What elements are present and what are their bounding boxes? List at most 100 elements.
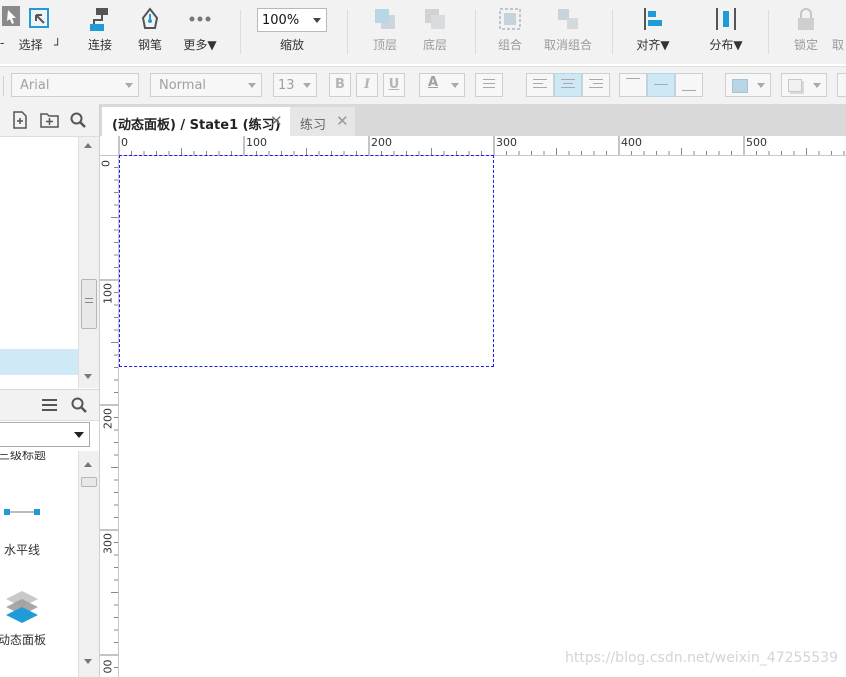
ruler-label: 500 [746,136,767,149]
distribute-button[interactable]: 分布▼ [704,0,748,62]
ungroup-icon [558,9,578,29]
font-style-select[interactable]: Normal [150,73,262,97]
dynamic-panel-icon [6,591,38,623]
align-text-top-button[interactable] [619,73,647,97]
align-text-left-button[interactable] [526,73,554,97]
add-folder-icon[interactable] [40,112,59,128]
selected-page-row[interactable] [0,349,78,375]
ruler-label: 300 [101,533,115,554]
ruler-corner [100,136,119,156]
select-label: 选择 [18,38,43,52]
library-scrollbar[interactable] [78,451,99,677]
toolbar-divider [240,10,241,54]
align-text-right-button[interactable] [582,73,610,97]
library-item-label: 三级标题 [0,451,47,462]
chevron-down-icon [303,83,311,88]
library-select[interactable] [0,422,90,447]
tab-bar: (动态面板) / State1 (练习) ✕ 练习 ✕ [100,104,846,136]
align-text-bottom-icon [682,90,696,94]
library-item-horizontal-line[interactable]: 水平线 [0,499,78,559]
shadow-select[interactable] [781,73,827,97]
bring-to-front-icon [375,9,395,29]
align-button[interactable]: 对齐▼ [628,0,678,62]
font-color-select[interactable]: A [419,73,465,97]
close-icon[interactable]: ✕ [336,112,349,130]
scroll-thumb[interactable] [81,279,97,329]
align-text-left-icon [533,79,547,91]
font-size-value: 13 [278,78,295,93]
more-format-select[interactable] [837,73,846,97]
send-to-back-icon [425,9,445,29]
pen-label: 钢笔 [137,38,162,52]
scroll-up-icon[interactable] [84,143,92,148]
align-text-top-icon [626,78,640,82]
tab-practice[interactable]: 练习 ✕ [290,107,355,136]
align-text-right-icon [589,79,603,91]
align-text-middle-button[interactable] [647,73,675,97]
bold-button[interactable]: B [329,73,351,97]
horizontal-line-icon [4,509,40,515]
toolbar-divider [3,76,4,96]
font-style-value: Normal [159,78,207,93]
unlock-button[interactable]: 取 [832,0,846,62]
align-text-center-button[interactable] [554,73,582,97]
horizontal-ruler-ticks [118,136,845,155]
group-label: 组合 [497,38,522,52]
ungroup-button[interactable]: 取消组合 [538,0,598,62]
add-page-icon[interactable] [12,111,28,129]
lock-button[interactable]: 锁定 [786,0,826,62]
tab-state1[interactable]: (动态面板) / State1 (练习) ✕ [102,107,290,136]
font-size-select[interactable]: 13 [273,73,317,97]
font-family-value: Arial [20,78,50,93]
more-dots-icon [189,16,211,22]
scroll-up-icon[interactable] [84,462,92,467]
scroll-down-icon[interactable] [84,659,92,664]
zoom-select[interactable]: 100% [257,8,327,32]
send-to-back-button[interactable]: 底层 [415,0,455,62]
ruler-label: 00 [101,659,115,674]
scroll-thumb[interactable] [81,477,97,487]
format-toolbar: Arial Normal 13 B I U A [0,66,846,105]
scroll-down-icon[interactable] [84,374,92,379]
select-contained-icon [29,8,49,28]
distribute-icon [716,8,736,30]
connector-icon [90,8,108,31]
more-tools-button[interactable]: 更多▼ [178,0,222,62]
pages-scrollbar[interactable] [78,137,99,388]
library-panel-header [0,389,99,421]
ruler-label: 400 [621,136,642,149]
bullet-list-button[interactable] [475,73,503,97]
dynamic-panel-state-area[interactable] [119,155,494,367]
fill-color-select[interactable] [725,73,771,97]
horizontal-ruler: 0 100 200 300 400 500 [118,136,846,156]
pen-button[interactable]: 钢笔 [130,0,170,62]
toolbar-divider [475,10,476,54]
bring-to-front-button[interactable]: 顶层 [365,0,405,62]
italic-button[interactable]: I [356,73,378,97]
select-mode-button[interactable]: 选择 ┘ [10,0,70,62]
pen-icon [141,7,159,29]
lock-label: 锁定 [793,38,818,52]
font-family-select[interactable]: Arial [11,73,139,97]
menu-icon[interactable] [42,398,57,412]
search-icon[interactable] [71,397,87,413]
library-item-dynamic-panel[interactable]: 动态面板 [0,585,78,655]
align-label: 对齐▼ [636,38,670,52]
group-button[interactable]: 组合 [490,0,530,62]
close-icon[interactable]: ✕ [270,112,283,130]
align-left-icon [644,8,662,30]
toolbar-divider [768,10,769,54]
ungroup-label: 取消组合 [543,38,592,52]
top-layer-label: 顶层 [372,38,397,52]
ruler-label: 200 [101,408,115,429]
font-color-icon: A [428,75,439,90]
ruler-label: 100 [101,283,115,304]
distribute-label: 分布▼ [709,38,743,52]
zoom-label: 缩放 [279,38,304,52]
connect-label: 连接 [87,38,112,52]
search-icon[interactable] [70,112,86,128]
underline-button[interactable]: U [383,73,405,97]
chevron-down-icon [757,83,765,88]
connect-button[interactable]: 连接 [80,0,120,62]
align-text-bottom-button[interactable] [675,73,703,97]
